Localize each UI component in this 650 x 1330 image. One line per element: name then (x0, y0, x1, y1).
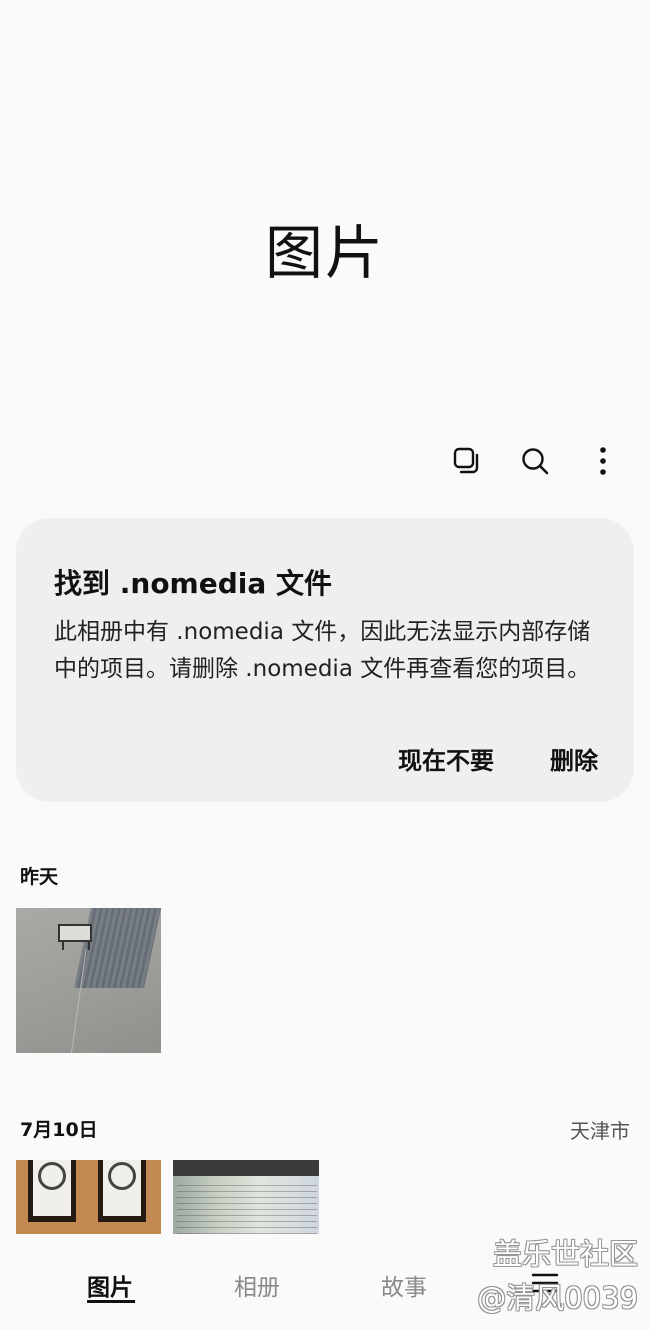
active-tab-indicator (87, 1300, 135, 1303)
section-date: 昨天 (20, 866, 59, 888)
photo-content (173, 1160, 319, 1176)
search-button[interactable] (512, 440, 558, 482)
watermark-line1: 盖乐世社区 (492, 1237, 638, 1271)
photo-content (98, 1160, 146, 1222)
more-icon (600, 447, 606, 475)
nomedia-notice-card: 找到 .nomedia 文件 此相册中有 .nomedia 文件，因此无法显示内… (16, 518, 634, 802)
tab-pictures[interactable]: 图片 (87, 1268, 133, 1302)
select-button[interactable] (444, 440, 490, 482)
notice-actions: 现在不要 删除 (342, 741, 598, 776)
photo-thumbnail[interactable] (173, 1160, 319, 1234)
photo-content (88, 940, 90, 950)
tab-albums[interactable]: 相册 (234, 1268, 280, 1302)
toolbar (422, 440, 626, 482)
watermark-line2: @清风0039 (477, 1281, 638, 1315)
photo-content (62, 940, 64, 950)
delete-button[interactable]: 删除 (550, 741, 598, 776)
watermark: 盖乐世社区 @清风0039 (477, 1232, 638, 1320)
photo-content (177, 1180, 317, 1234)
photo-thumbnail[interactable] (16, 908, 161, 1053)
section-date: 7月10日 (20, 1119, 98, 1141)
section-location[interactable]: 天津市 (570, 1115, 630, 1144)
photo-content (28, 1160, 76, 1222)
photo-thumbnail[interactable] (16, 1160, 161, 1234)
notice-title: 找到 .nomedia 文件 (54, 567, 333, 600)
tab-stories[interactable]: 故事 (381, 1268, 427, 1302)
more-options-button[interactable] (580, 440, 626, 482)
page-title: 图片 (264, 219, 385, 287)
not-now-button[interactable]: 现在不要 (398, 741, 494, 776)
select-icon (453, 447, 479, 474)
notice-body: 此相册中有 .nomedia 文件，因此无法显示内部存储中的项目。请删除 .no… (54, 619, 591, 682)
search-icon (522, 448, 549, 475)
